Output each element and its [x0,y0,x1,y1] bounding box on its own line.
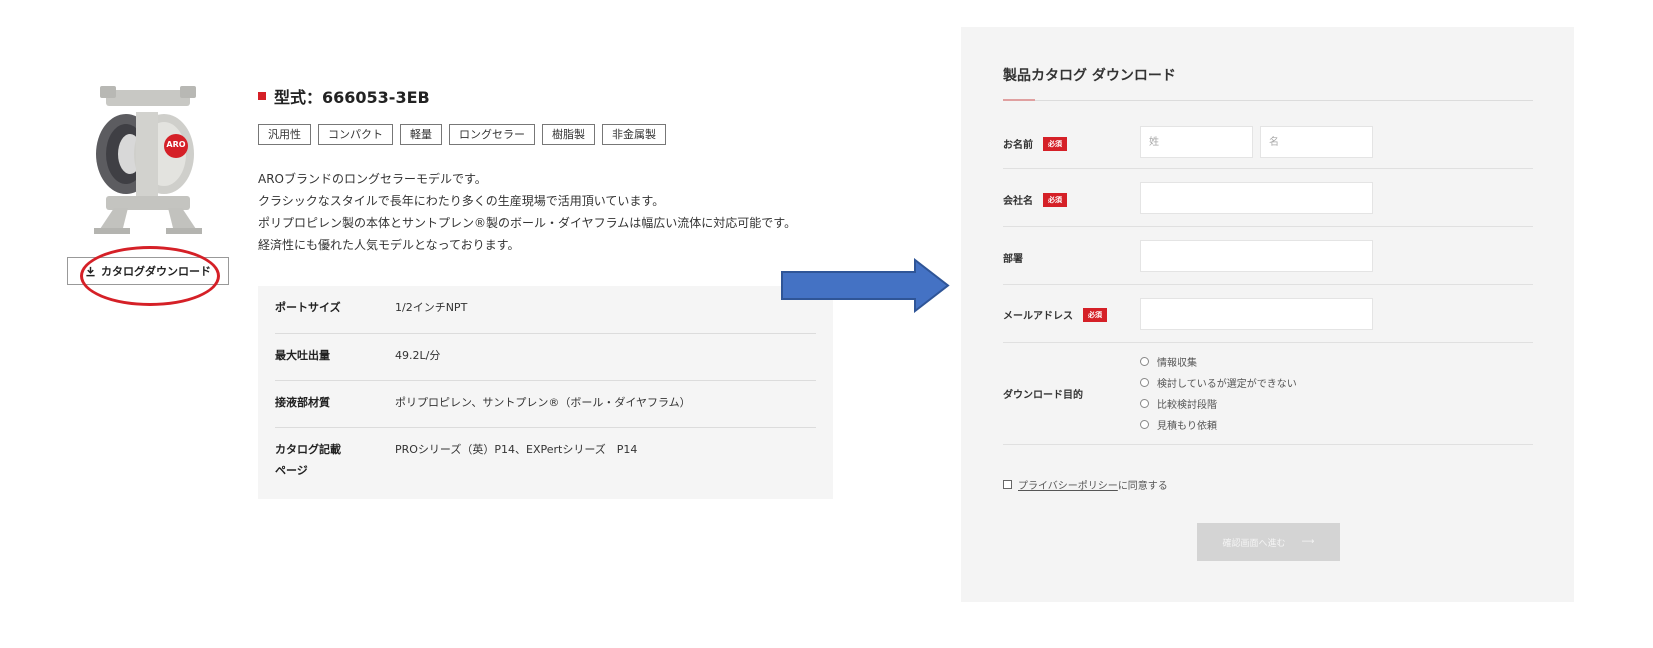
radio-label: 検討しているが選定ができない [1157,379,1297,390]
radio-label: 情報収集 [1157,358,1197,369]
name-label-text: お名前 [1003,140,1033,151]
radio-button[interactable] [1140,378,1149,387]
purpose-label-text: ダウンロード目的 [1003,390,1083,401]
feature-tag: コンパクト [318,124,393,145]
feature-tag: 軽量 [400,124,442,145]
form-row-department: 部署 [1003,227,1533,285]
spec-label: 最大吐出量 [275,349,330,362]
privacy-consent: プライバシーポリシーに同意する [1003,477,1168,492]
last-name-input[interactable] [1140,126,1253,158]
description-line: AROブランドのロングセラーモデルです。 [258,172,487,186]
confirm-submit-button[interactable]: 確認画面へ進む ⟶ [1197,523,1340,561]
spec-row-wetted-material: 接液部材質 ポリプロピレン、サントプレン®（ボール・ダイヤフラム） [275,381,816,428]
required-badge: 必須 [1043,136,1067,151]
spec-label: 接液部材質 [275,396,330,409]
company-label-text: 会社名 [1003,196,1033,207]
title-accent-line [1003,99,1035,101]
form-row-email: メールアドレス 必須 [1003,285,1533,343]
form-row-purpose: ダウンロード目的 情報収集 検討しているが選定ができない 比較検討段階 見積もり… [1003,343,1533,445]
pump-product-image: ARO [92,84,204,236]
right-arrow-icon [781,258,950,313]
purpose-label: ダウンロード目的 [1003,386,1083,401]
radio-button[interactable] [1140,420,1149,429]
privacy-suffix: に同意する [1117,481,1168,492]
email-input[interactable] [1140,298,1373,330]
spec-row-max-flow: 最大吐出量 49.2L/分 [275,334,816,381]
privacy-policy-link[interactable]: プライバシーポリシー [1018,481,1118,492]
arrow-right-icon: ⟶ [1301,537,1315,547]
product-description: AROブランドのロングセラーモデルです。 クラシックなスタイルで長年にわたり多く… [258,168,796,256]
spec-value: 1/2インチNPT [395,301,468,314]
spec-label-line: カタログ記載 [275,443,341,456]
feature-tag: 樹脂製 [542,124,595,145]
highlight-circle [80,246,220,306]
department-label: 部署 [1003,250,1023,265]
form-row-name: お名前 必須 [1003,113,1533,169]
radio-button[interactable] [1140,399,1149,408]
radio-label: 比較検討段階 [1157,400,1217,411]
company-label: 会社名 必須 [1003,192,1067,207]
catalog-download-form: 製品カタログ ダウンロード お名前 必須 会社名 必須 部署 メールアドレス 必… [961,27,1574,602]
radio-button[interactable] [1140,357,1149,366]
feature-tag: 非金属製 [602,124,666,145]
spec-table: ポートサイズ 1/2インチNPT 最大吐出量 49.2L/分 接液部材質 ポリプ… [258,286,833,499]
purpose-option-comparison[interactable]: 比較検討段階 [1140,393,1297,414]
description-line: ポリプロピレン製の本体とサントプレン®製のボール・ダイヤフラムは幅広い流体に対応… [258,216,797,230]
submit-label: 確認画面へ進む [1222,538,1286,549]
required-badge: 必須 [1043,192,1067,207]
email-label: メールアドレス 必須 [1003,307,1107,322]
title-divider [1003,100,1533,101]
privacy-checkbox[interactable] [1003,480,1012,489]
spec-value: 49.2L/分 [395,349,441,362]
spec-row-port-size: ポートサイズ 1/2インチNPT [275,286,816,334]
first-name-input[interactable] [1260,126,1373,158]
model-title: 型式：666053-3EB [274,88,430,107]
spec-row-catalog-page: カタログ記載 ページ PROシリーズ（英）P14、EXPertシリーズ P14 [275,428,816,500]
spec-label: カタログ記載 ページ [275,428,395,500]
required-badge: 必須 [1083,307,1107,322]
feature-tag: ロングセラー [449,124,535,145]
spec-value: PROシリーズ（英）P14、EXPertシリーズ P14 [395,443,638,456]
purpose-radio-group: 情報収集 検討しているが選定ができない 比較検討段階 見積もり依頼 [1140,351,1297,435]
spec-label-line: ページ [275,464,308,477]
form-title: 製品カタログ ダウンロード [1003,68,1176,84]
model-heading: 型式：666053-3EB [258,84,430,108]
purpose-option-info-gathering[interactable]: 情報収集 [1140,351,1297,372]
feature-tag: 汎用性 [258,124,311,145]
spec-label: ポートサイズ [275,301,341,314]
department-label-text: 部署 [1003,254,1023,265]
red-square-bullet-icon [258,92,266,100]
purpose-option-cannot-select[interactable]: 検討しているが選定ができない [1140,372,1297,393]
form-row-company: 会社名 必須 [1003,169,1533,227]
radio-label: 見積もり依頼 [1157,421,1217,432]
feature-tags: 汎用性 コンパクト 軽量 ロングセラー 樹脂製 非金属製 [258,124,666,145]
spec-value: ポリプロピレン、サントプレン®（ボール・ダイヤフラム） [395,396,691,409]
description-line: 経済性にも優れた人気モデルとなっております。 [258,238,520,252]
name-label: お名前 必須 [1003,136,1067,151]
company-input[interactable] [1140,182,1373,214]
email-label-text: メールアドレス [1003,311,1073,322]
purpose-option-quote-request[interactable]: 見積もり依頼 [1140,414,1297,435]
department-input[interactable] [1140,240,1373,272]
aro-logo-text: ARO [166,140,186,149]
description-line: クラシックなスタイルで長年にわたり多くの生産現場で活用頂いています。 [258,194,665,208]
